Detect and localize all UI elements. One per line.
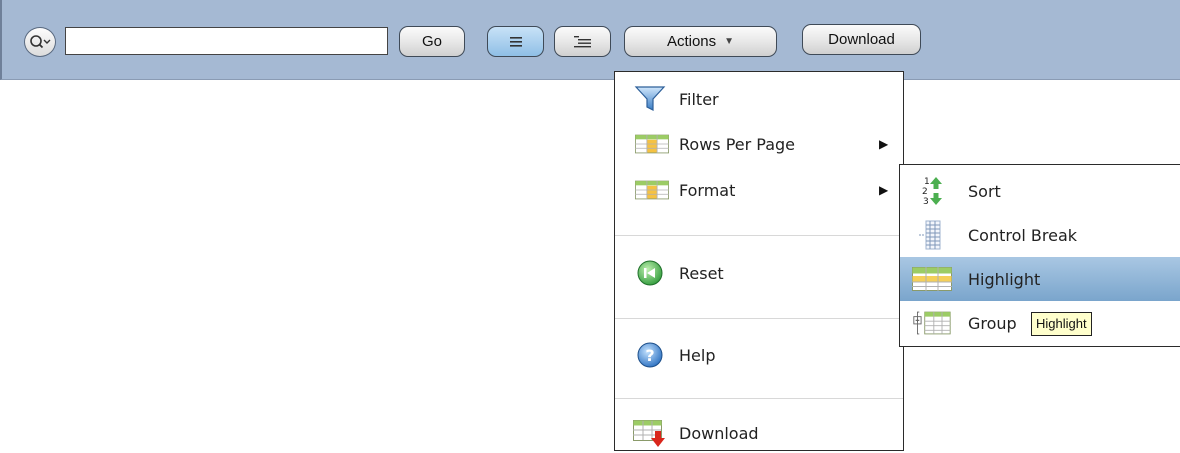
group-by-view-icon bbox=[573, 35, 591, 47]
menu-item-label: Format bbox=[679, 180, 736, 200]
actions-menu-button[interactable]: Actions ▼ bbox=[624, 26, 777, 57]
menu-item-format[interactable]: Format ▶ bbox=[615, 170, 903, 210]
svg-text:1: 1 bbox=[924, 177, 930, 187]
go-button-label: Go bbox=[421, 33, 442, 50]
tooltip: Highlight bbox=[1031, 312, 1092, 336]
funnel-icon bbox=[633, 85, 667, 113]
search-icon bbox=[30, 35, 51, 49]
submenu-item-highlight[interactable]: Highlight bbox=[900, 257, 1180, 301]
svg-text:?: ? bbox=[645, 346, 654, 365]
grid-icon bbox=[635, 176, 669, 204]
search-input[interactable] bbox=[65, 27, 388, 55]
group-icon bbox=[912, 308, 952, 338]
highlight-icon bbox=[912, 264, 952, 294]
menu-divider bbox=[615, 398, 903, 399]
submenu-item-control-break[interactable]: Control Break bbox=[900, 213, 1180, 257]
menu-item-label: Help bbox=[679, 345, 716, 365]
download-button-label: Download bbox=[828, 31, 895, 48]
download-button[interactable]: Download bbox=[802, 24, 921, 55]
menu-item-label: Download bbox=[679, 423, 759, 443]
menu-item-download[interactable]: Download bbox=[615, 413, 903, 453]
list-view-icon bbox=[509, 36, 522, 47]
svg-text:2: 2 bbox=[922, 187, 928, 197]
submenu-arrow-icon: ▶ bbox=[879, 183, 889, 197]
menu-item-reset[interactable]: Reset bbox=[615, 253, 903, 293]
menu-item-label: Rows Per Page bbox=[679, 134, 796, 154]
menu-item-label: Filter bbox=[679, 89, 719, 109]
submenu-item-label: Control Break bbox=[968, 225, 1078, 245]
menu-item-help[interactable]: ? Help bbox=[615, 335, 903, 375]
svg-text:3: 3 bbox=[923, 197, 929, 207]
menu-item-rows-per-page[interactable]: Rows Per Page ▶ bbox=[615, 124, 903, 164]
submenu-arrow-icon: ▶ bbox=[879, 137, 889, 151]
help-icon: ? bbox=[633, 341, 667, 369]
search-options-button[interactable] bbox=[24, 27, 56, 57]
view-group-by-button[interactable] bbox=[554, 26, 611, 57]
actions-dropdown-menu: Filter Rows Per Page ▶ Format ▶ Reset ? … bbox=[614, 71, 904, 451]
menu-divider bbox=[615, 318, 903, 319]
download-icon bbox=[633, 419, 667, 447]
control-break-icon bbox=[912, 220, 952, 250]
chevron-down-icon: ▼ bbox=[724, 36, 735, 47]
submenu-item-label: Highlight bbox=[968, 269, 1041, 289]
format-submenu: 1 2 3 Sort Control Break Highlight Group… bbox=[899, 164, 1180, 347]
sort-icon: 1 2 3 bbox=[912, 176, 952, 207]
menu-item-label: Reset bbox=[679, 263, 724, 283]
reset-icon bbox=[633, 259, 667, 287]
menu-divider bbox=[615, 235, 903, 236]
actions-label: Actions bbox=[666, 33, 717, 50]
submenu-item-label: Sort bbox=[968, 181, 1001, 201]
submenu-item-label: Group bbox=[968, 313, 1017, 333]
report-toolbar: Go Actions ▼ Download bbox=[0, 0, 1180, 80]
submenu-item-sort[interactable]: 1 2 3 Sort bbox=[900, 169, 1180, 213]
go-button[interactable]: Go bbox=[399, 26, 465, 57]
menu-item-filter[interactable]: Filter bbox=[615, 79, 903, 119]
submenu-item-group[interactable]: Group Highlight bbox=[900, 301, 1180, 345]
grid-icon bbox=[635, 130, 669, 158]
view-report-button[interactable] bbox=[487, 26, 544, 57]
